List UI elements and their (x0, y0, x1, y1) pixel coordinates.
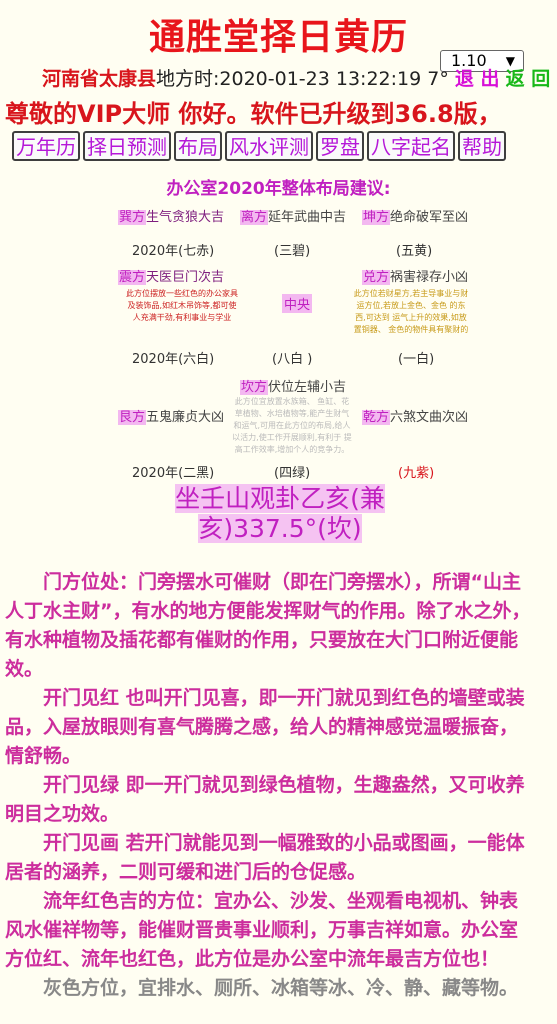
advice-line: 流年红色吉的方位：宜办公、沙发、坐观看电视机、钟表 (43, 890, 519, 912)
star-li: (三碧) (274, 244, 311, 259)
dir-meaning: 六煞文曲次凶 (390, 410, 469, 425)
nav-calendar[interactable]: 万年历 (12, 131, 80, 161)
center-label: 中央 (282, 294, 313, 313)
star-center: (八白 ) (272, 352, 313, 367)
dir-meaning: 延年武曲中吉 (268, 210, 347, 225)
advice-line: 有水种植物及插花都有催财的作用，只要放在大门口附近便能 (5, 629, 519, 651)
back-button[interactable]: 返 回 (506, 68, 551, 90)
nav-help[interactable]: 帮助 (458, 131, 506, 161)
year-star-zhen: 2020年(六白) (132, 352, 215, 367)
local-time: 地方时:2020-01-23 13:22:19 (156, 68, 422, 90)
star-kan: (四绿) (274, 466, 311, 481)
dir-label: 坎方 (240, 380, 269, 395)
location-place: 河南省太康县 (42, 68, 157, 90)
dir-label: 兑方 (362, 270, 391, 285)
note-dui: 此方位若财星方,若主导事业与财运方位,若放上金色、金色 的东西,可达到 运气上升… (353, 289, 469, 334)
dir-meaning: 五鬼廉贞大凶 (146, 410, 225, 425)
dir-meaning: 伏位左辅小吉 (268, 380, 347, 395)
degree-value: 7° (427, 68, 449, 90)
advice-line: 效。 (5, 658, 44, 680)
advice-line: 品，入屋放眼则有喜气腾腾之感，给人的精神感觉温暖振奋， (5, 716, 519, 738)
mountain-text: 坐壬山观卦乙亥(兼亥)337.5°(坎) (175, 484, 385, 543)
dir-label: 坤方 (362, 210, 391, 225)
cell-gen: 艮方五鬼廉贞大凶 (118, 406, 224, 425)
dir-meaning: 天医巨门次吉 (146, 270, 225, 285)
advice-text: 门方位处：门旁摆水可催财（即在门旁摆水），所谓“山主 人丁水主财”，有水的地方便… (5, 568, 557, 1003)
welcome-banner: 尊敬的VIP大师 你好。软件已升级到36.8版， (5, 100, 502, 128)
dir-meaning: 祸害禄存小凶 (390, 270, 469, 285)
nav-fengshui-review[interactable]: 风水评测 (225, 131, 313, 161)
advice-line: 开门见画 若开门就能见到一幅雅致的小品或图画，一能体 (43, 832, 525, 854)
dir-label: 艮方 (118, 410, 147, 425)
nav-bazi-naming[interactable]: 八字起名 (367, 131, 455, 161)
nav-layout[interactable]: 布局 (174, 131, 222, 161)
note-kan: 此方位宜放置水族箱、 鱼缸、花草植物、水培植物等,能产生财气和运气,可用在此方位… (232, 397, 352, 454)
star-kun: (五黄) (396, 244, 433, 259)
nav-compass[interactable]: 罗盘 (316, 131, 364, 161)
dir-label: 巽方 (118, 210, 147, 225)
dir-label: 离方 (240, 210, 269, 225)
advice-line: 风水催祥物等，能催财晋贵事业顺利，万事吉祥如意。办公室 (5, 919, 519, 941)
star-qian: (九紫) (398, 466, 435, 481)
advice-line: 方位红、流年也红色，此方位是办公室中流年最吉方位也！ (5, 948, 500, 970)
cell-kun: 坤方绝命破军至凶 (362, 206, 468, 225)
nav-date-prediction[interactable]: 择日预测 (83, 131, 171, 161)
advice-line: 灰色方位，宜排水、厕所、冰箱等冰、冷、静、藏等物。 (43, 977, 519, 999)
advice-line: 明目之功效。 (5, 803, 120, 825)
layout-title: 办公室2020年整体布局建议: (166, 179, 391, 199)
mountain-orientation: 坐壬山观卦乙亥(兼亥)337.5°(坎) (130, 484, 430, 544)
exit-button[interactable]: 退 出 (455, 68, 500, 90)
location-bar: 河南省太康县地方时:2020-01-23 13:22:19 7° 退 出 返 回 (42, 68, 550, 90)
year-star-gen: 2020年(二黑) (132, 466, 215, 481)
dir-label: 乾方 (362, 410, 391, 425)
advice-line: 门方位处：门旁摆水可催财（即在门旁摆水），所谓“山主 (43, 571, 521, 593)
star-dui: (一白) (398, 352, 435, 367)
cell-dui: 兑方祸害禄存小凶 (362, 266, 468, 285)
advice-line: 居者的涵养，二则可缓和进门后的仓促感。 (5, 861, 367, 883)
cell-li: 离方延年武曲中吉 (240, 206, 346, 225)
dir-meaning: 生气贪狼大吉 (146, 210, 225, 225)
cell-qian: 乾方六煞文曲次凶 (362, 406, 468, 425)
cell-kan: 坎方伏位左辅小吉 (240, 376, 346, 395)
cell-xun: 巽方生气贪狼大吉 (118, 206, 224, 225)
advice-line: 开门见红 也叫开门见喜，即一开门就见到红色的墙壁或装 (43, 687, 525, 709)
cell-zhen: 震方天医巨门次吉 (118, 266, 224, 285)
dir-meaning: 绝命破军至凶 (390, 210, 469, 225)
dir-label: 震方 (118, 270, 147, 285)
advice-line: 情舒畅。 (5, 745, 82, 767)
advice-line: 人丁水主财”，有水的地方便能发挥财气的作用。除了水之外， (5, 600, 531, 622)
advice-line: 开门见绿 即一开门就见到绿色植物，生趣盎然，又可收养 (43, 774, 525, 796)
main-nav: 万年历 择日预测 布局 风水评测 罗盘 八字起名 帮助 (12, 131, 509, 163)
note-zhen: 此方位摆放一些红色的办公家具及装饰品,如红木吊饰等,都可使人充满干劲,有利事业与… (126, 289, 238, 322)
year-star-xun: 2020年(七赤) (132, 244, 215, 259)
